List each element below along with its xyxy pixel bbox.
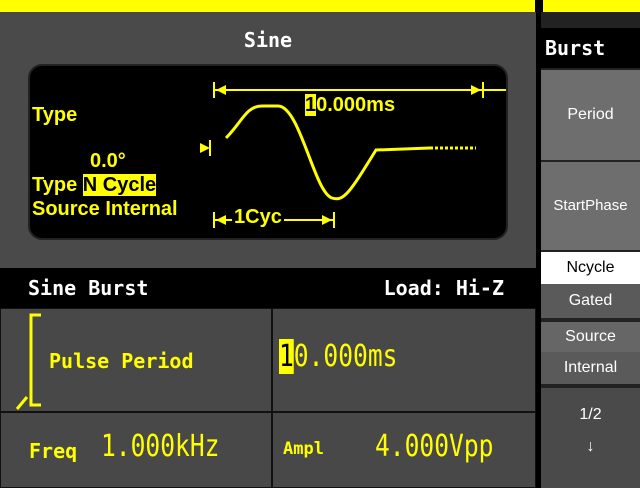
pulse-period-label: Pulse Period xyxy=(49,349,194,373)
page-indicator: 1/2 xyxy=(579,406,602,423)
softkey-period[interactable]: Period xyxy=(541,70,640,160)
pulse-period-param[interactable]: Pulse Period xyxy=(0,308,272,412)
ampl-value: 4.000Vpp xyxy=(375,429,494,464)
pulse-period-value-field[interactable]: 10.000ms xyxy=(272,308,536,412)
start-phase-value: 0.0° xyxy=(90,150,126,172)
softkey-ncycle[interactable]: Ncycle xyxy=(541,252,640,284)
type-label: Type xyxy=(32,104,78,126)
softkey-internal[interactable]: Internal xyxy=(541,352,640,384)
waveform-title: Sine xyxy=(243,28,293,52)
freq-value: 1.000kHz xyxy=(101,429,220,464)
period-right-arrow-icon xyxy=(471,85,481,95)
softkey-gated[interactable]: Gated xyxy=(541,284,640,318)
amplitude-param[interactable]: Ampl 4.000Vpp xyxy=(272,412,536,488)
load-indicator: Load: Hi-Z xyxy=(383,276,504,300)
ampl-label: Ampl xyxy=(283,439,324,459)
cycle-count-label: 1Cyc xyxy=(232,206,284,229)
burst-status-header: Sine Burst Load: Hi-Z xyxy=(0,268,536,308)
period-value: 10.000ms xyxy=(302,94,399,117)
freq-label: Freq xyxy=(29,439,78,463)
burst-type-value: N Cycle xyxy=(82,174,157,196)
frequency-param[interactable]: Freq 1.000kHz xyxy=(0,412,272,488)
burst-source-text: Source Internal xyxy=(32,198,178,220)
softkey-start-phase[interactable]: StartPhase xyxy=(541,162,640,250)
period-cursor: 1 xyxy=(305,94,317,116)
cycle-right-arrow-icon xyxy=(322,215,332,225)
burst-type-row: Type N Cycle xyxy=(32,174,157,197)
burst-title: Sine Burst xyxy=(28,276,149,300)
softkey-source[interactable]: Source xyxy=(541,322,640,352)
softkey-menu-title: Burst xyxy=(541,28,640,68)
pulse-period-value-rest: 0.000ms xyxy=(293,339,398,374)
period-value-rest: 0.000ms xyxy=(316,94,396,116)
sine-burst-waveform xyxy=(224,104,431,201)
softkey-column: Burst Period StartPhase Ncycle Gated Sou… xyxy=(541,12,640,488)
pulse-period-value: 10.000ms xyxy=(279,339,397,374)
burst-type-prefix: Type xyxy=(32,174,78,196)
strip-divider xyxy=(535,0,543,12)
softkey-page[interactable]: 1/2 ↓ xyxy=(541,388,640,488)
top-status-strip xyxy=(0,0,640,12)
cycle-left-arrow-icon xyxy=(216,215,226,225)
waveform-preview: Type 10.000ms 0.0° Type N Cycle Source I… xyxy=(28,64,508,240)
pulse-period-cursor: 1 xyxy=(279,339,294,374)
period-left-arrow-icon xyxy=(216,85,226,95)
page-down-arrow-icon: ↓ xyxy=(586,438,595,455)
start-phase-arrow-icon xyxy=(200,143,210,153)
